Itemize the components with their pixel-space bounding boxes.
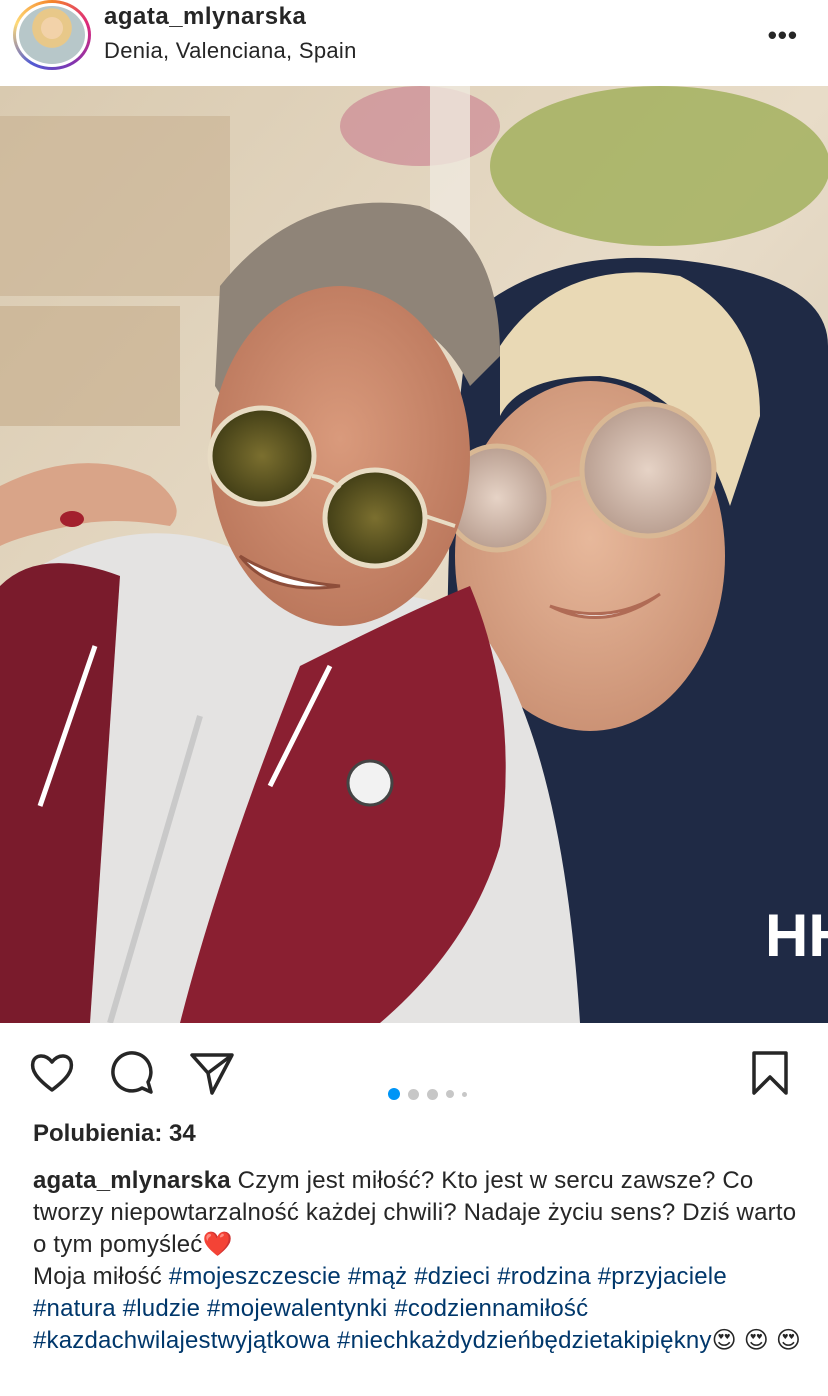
caption-paragraph: agata_mlynarska Czym jest miłość? Kto je…: [33, 1165, 813, 1261]
comment-icon[interactable]: [108, 1049, 156, 1097]
jacket-logo: HH: [765, 902, 828, 969]
caption-prefix: Moja miłość: [33, 1263, 169, 1290]
carousel-dot-active: [388, 1088, 400, 1100]
likes-count[interactable]: Polubienia: 34: [33, 1120, 196, 1148]
hashtag[interactable]: #ludzie: [123, 1295, 200, 1322]
hashtag[interactable]: #mąż: [348, 1263, 408, 1290]
hashtag[interactable]: #codziennamiłość: [394, 1295, 588, 1322]
hashtag[interactable]: #kazdachwilajestwyjątkowa: [33, 1327, 330, 1354]
avatar[interactable]: [16, 3, 88, 67]
hashtag[interactable]: #mojeszczescie: [169, 1263, 341, 1290]
post-location[interactable]: Denia, Valenciana, Spain: [104, 38, 357, 64]
post-header: agata_mlynarska Denia, Valenciana, Spain…: [0, 0, 828, 86]
carousel-indicator: [388, 1088, 467, 1100]
caption-hashtags: Moja miłość #mojeszczescie #mąż #dzieci …: [33, 1261, 813, 1357]
share-icon[interactable]: [188, 1049, 236, 1097]
heart-icon[interactable]: [28, 1049, 76, 1097]
caption-username[interactable]: agata_mlynarska: [33, 1167, 231, 1194]
hashtag[interactable]: #mojewalentynki: [207, 1295, 387, 1322]
story-ring[interactable]: [13, 0, 91, 70]
carousel-dot: [427, 1088, 438, 1100]
photo-illustration: HH: [0, 86, 828, 1023]
hashtag[interactable]: #dzieci: [414, 1263, 490, 1290]
hashtag[interactable]: #przyjaciele: [598, 1263, 727, 1290]
action-bar: [0, 1023, 828, 1123]
post-caption: agata_mlynarska Czym jest miłość? Kto je…: [33, 1165, 813, 1357]
post-username[interactable]: agata_mlynarska: [104, 3, 306, 31]
caption-emoji: 😍 😍 😍: [711, 1327, 802, 1354]
carousel-dot: [408, 1088, 419, 1100]
carousel-dot: [446, 1090, 454, 1098]
post-photo[interactable]: HH: [0, 86, 828, 1023]
hashtag[interactable]: #natura: [33, 1295, 116, 1322]
hashtag[interactable]: #rodzina: [497, 1263, 591, 1290]
carousel-dot: [462, 1091, 467, 1097]
bookmark-icon[interactable]: [746, 1049, 794, 1097]
hashtag[interactable]: #niechkażdydzieńbędzietakipiękny: [337, 1327, 712, 1354]
more-options-icon[interactable]: •••: [768, 20, 798, 51]
